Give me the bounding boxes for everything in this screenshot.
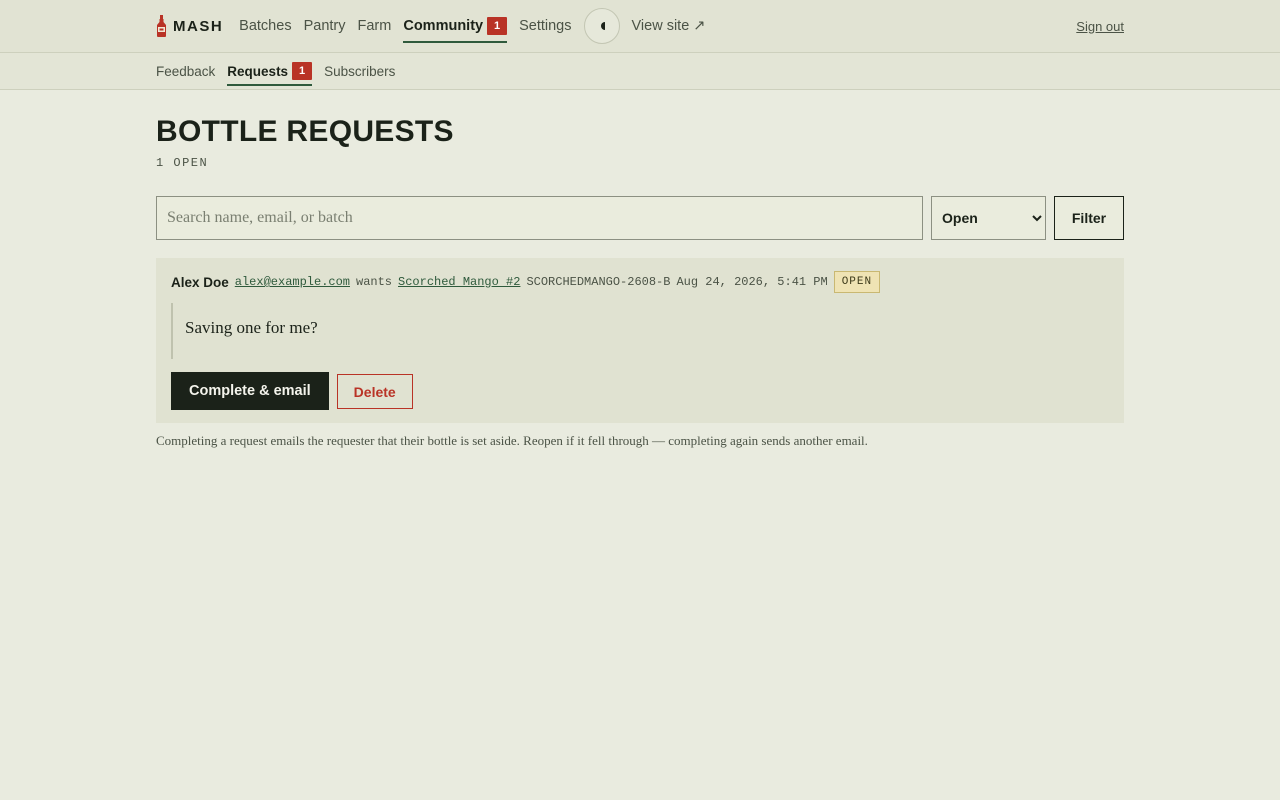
- nav-item-label: Pantry: [303, 18, 346, 34]
- main-content: BOTTLE REQUESTS 1 OPEN Open Filter Alex …: [156, 90, 1124, 449]
- batch-name-link[interactable]: Scorched Mango #2: [398, 275, 520, 289]
- nav-item-label: Batches: [239, 18, 292, 34]
- subnav-item-label: Requests: [227, 63, 289, 79]
- nav-item-pantry[interactable]: Pantry: [304, 0, 346, 52]
- search-input[interactable]: [156, 196, 923, 240]
- view-site-link[interactable]: View site ↗: [632, 18, 706, 34]
- filter-button[interactable]: Filter: [1054, 196, 1124, 240]
- requester-email-link[interactable]: alex@example.com: [235, 275, 350, 289]
- requests-count-badge: 1: [292, 62, 313, 80]
- sub-navigation-inner: Feedback Requests 1 Subscribers: [156, 53, 407, 89]
- nav-item-batches[interactable]: Batches: [239, 0, 291, 52]
- status-select[interactable]: Open: [931, 196, 1046, 240]
- request-actions: Complete & email Delete: [171, 372, 1109, 410]
- delete-button[interactable]: Delete: [336, 374, 413, 409]
- subnav-item-subscribers[interactable]: Subscribers: [324, 53, 395, 89]
- complete-and-email-button[interactable]: Complete & email: [171, 372, 329, 410]
- hot-sauce-bottle-icon: [157, 15, 166, 37]
- theme-toggle-button[interactable]: [583, 8, 620, 44]
- nav-item-label: Settings: [519, 18, 572, 34]
- top-navigation-bar: MASH Batches Pantry Farm Community 1 Set…: [0, 0, 1280, 53]
- main-nav: Batches Pantry Farm Community 1 Settings: [239, 0, 583, 52]
- page-title: BOTTLE REQUESTS: [156, 115, 454, 148]
- nav-item-farm[interactable]: Farm: [358, 0, 392, 52]
- nav-item-label: Community: [403, 18, 484, 34]
- request-card: Alex Doe alex@example.com wants Scorched…: [156, 258, 1124, 423]
- top-navigation-inner: MASH Batches Pantry Farm Community 1 Set…: [156, 0, 1124, 52]
- batch-code: SCORCHEDMANGO-2608-B: [526, 275, 671, 289]
- help-text: Completing a request emails the requeste…: [156, 433, 868, 448]
- subnav-item-feedback[interactable]: Feedback: [156, 53, 215, 89]
- requester-name: Alex Doe: [171, 274, 229, 290]
- sub-navigation-bar: Feedback Requests 1 Subscribers: [0, 53, 1280, 90]
- filter-row: Open Filter: [156, 196, 1124, 240]
- request-message: Saving one for me?: [171, 303, 1109, 359]
- brand-name: MASH: [173, 17, 224, 35]
- sign-out-link[interactable]: Sign out: [1076, 19, 1124, 34]
- community-count-badge: 1: [487, 17, 508, 35]
- open-count: 1 OPEN: [156, 156, 209, 170]
- half-moon-icon: [600, 22, 605, 30]
- brand-logo[interactable]: MASH: [156, 15, 223, 37]
- subnav-item-label: Subscribers: [324, 63, 396, 79]
- subnav-item-label: Feedback: [156, 63, 216, 79]
- request-meta: Alex Doe alex@example.com wants Scorched…: [171, 270, 1109, 294]
- nav-item-settings[interactable]: Settings: [519, 0, 571, 52]
- request-verb: wants: [356, 275, 393, 289]
- status-badge: OPEN: [833, 271, 881, 293]
- nav-item-community[interactable]: Community 1: [403, 0, 508, 52]
- request-date: Aug 24, 2026, 5:41 PM: [676, 275, 828, 289]
- subnav-item-requests[interactable]: Requests 1: [227, 53, 313, 89]
- nav-item-label: Farm: [357, 18, 392, 34]
